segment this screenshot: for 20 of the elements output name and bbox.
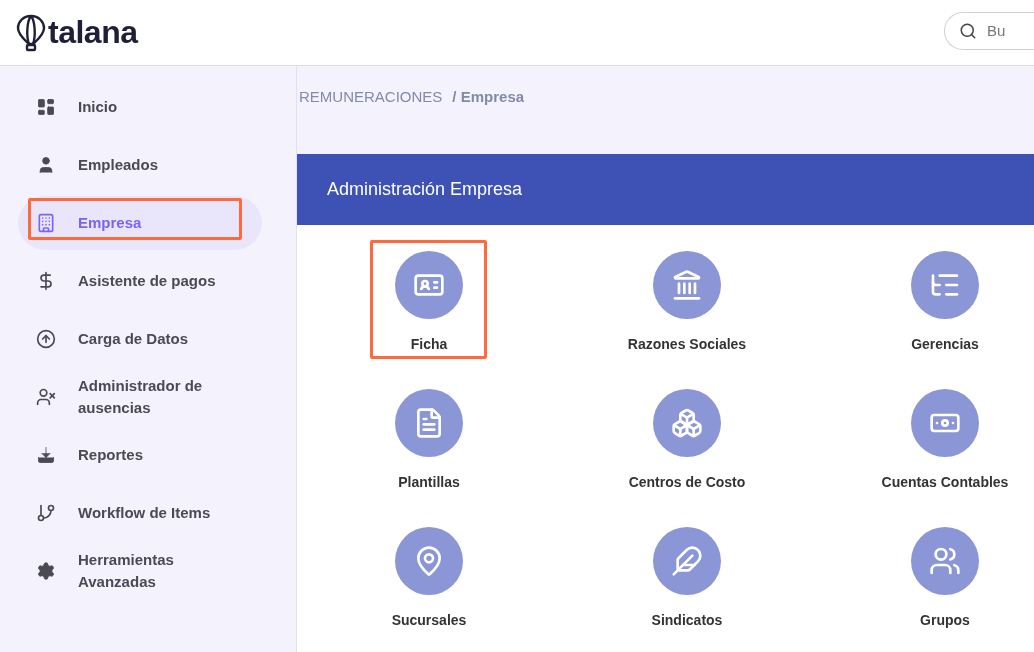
sidebar-item[interactable]: Carga de Datos <box>18 312 262 366</box>
sidebar-item[interactable]: Reportes <box>18 428 262 482</box>
sidebar-item[interactable]: Inicio <box>18 80 262 134</box>
sidebar-item[interactable]: Herramientas Avanzadas <box>18 544 262 598</box>
sidebar-item[interactable]: Administrador de ausencias <box>18 370 262 424</box>
tile-label[interactable]: Razones Sociales <box>627 336 747 352</box>
tile-label[interactable]: Gerencias <box>911 336 979 352</box>
panel-title: Administración Empresa <box>327 179 523 200</box>
sidebar-item[interactable]: Asistente de pagos <box>18 254 262 308</box>
tile-label[interactable]: Centros de Costo <box>628 474 746 490</box>
tile-label[interactable]: Grupos <box>920 612 970 628</box>
tile-label[interactable]: Sindicatos <box>651 612 723 628</box>
tile-label[interactable]: Ficha <box>410 336 448 352</box>
sidebar-item[interactable]: Empleados <box>18 138 262 192</box>
tile-label[interactable]: Cuentas Contables <box>881 474 1009 490</box>
logo-text: talana <box>48 14 138 51</box>
tile-label[interactable]: Plantillas <box>398 474 460 490</box>
search-input[interactable]: Bu <box>985 21 1019 40</box>
sidebar-item[interactable]: Workflow de Items <box>18 486 262 540</box>
tile-label[interactable]: Sucursales <box>391 612 467 628</box>
